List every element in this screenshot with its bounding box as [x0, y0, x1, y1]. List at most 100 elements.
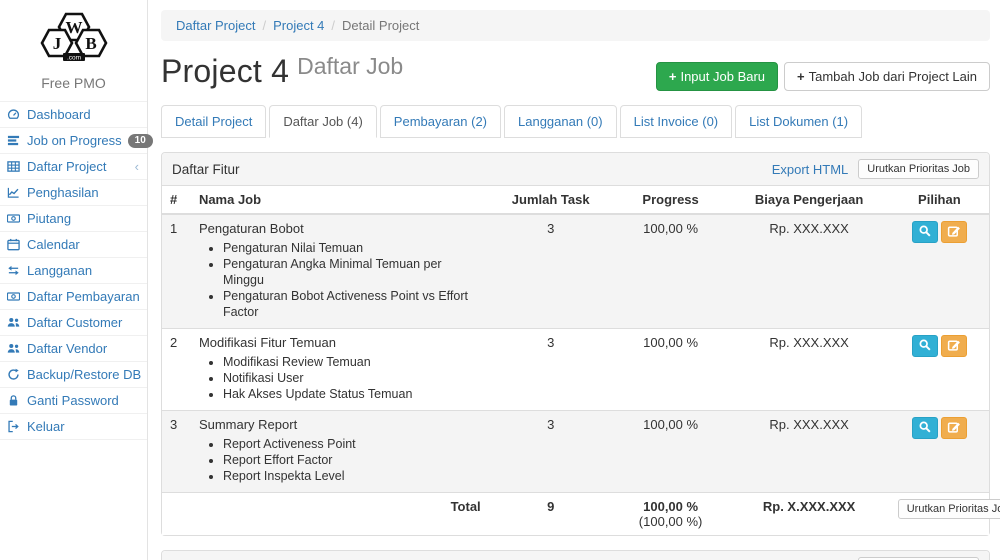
table-row: 1Pengaturan BobotPengaturan Nilai Temuan…: [162, 214, 989, 329]
main-content: Daftar Project/Project 4/Detail Project …: [148, 0, 1000, 560]
biaya-value: Rp. XXX.XXX: [728, 329, 889, 411]
total-row: Total9100,00 % (100,00 %)Rp. X.XXX.XXXUr…: [162, 493, 989, 536]
view-job-button[interactable]: [912, 335, 938, 357]
edit-job-button[interactable]: [941, 335, 967, 357]
sidebar-item-label: Daftar Vendor: [27, 341, 141, 356]
edit-icon: [947, 224, 961, 241]
breadcrumb-item: Detail Project: [342, 18, 419, 33]
total-biaya: Rp. X.XXX.XXX: [728, 493, 889, 536]
sidebar-item-langganan[interactable]: Langganan: [0, 258, 147, 284]
sidebar-item-label: Daftar Pembayaran: [27, 289, 141, 304]
sidebar-item-daftar-project[interactable]: Daftar Project ‹: [0, 154, 147, 180]
search-icon: [918, 338, 932, 355]
breadcrumb-item[interactable]: Project 4: [273, 18, 324, 33]
subtask-item: Report Effort Factor: [223, 452, 481, 468]
edit-icon: [947, 420, 961, 437]
tasks-icon: [7, 134, 21, 147]
sidebar-item-label: Langganan: [27, 263, 141, 278]
total-progress: 100,00 % (100,00 %): [613, 493, 729, 536]
plus-icon: +: [797, 69, 805, 84]
sidebar-item-label: Backup/Restore DB: [27, 367, 141, 382]
sidebar-item-ganti-password[interactable]: Ganti Password: [0, 388, 147, 414]
job-name: Summary Report: [199, 417, 297, 432]
jwb-logo: W J B .com: [0, 0, 147, 73]
subtask-item: Notifikasi User: [223, 370, 481, 386]
urutkan-prioritas-job-button[interactable]: Urutkan Prioritas Job: [898, 499, 1000, 519]
breadcrumb-separator: /: [324, 18, 342, 33]
money-icon: [7, 212, 21, 225]
breadcrumb-separator: /: [255, 18, 273, 33]
progress-value: 100,00 %: [613, 329, 729, 411]
subtask-item: Modifikasi Review Temuan: [223, 354, 481, 370]
refresh-icon: [7, 368, 21, 381]
brand-name: Free PMO: [0, 73, 147, 101]
table-icon: [7, 160, 21, 173]
sidebar-item-daftar-vendor[interactable]: Daftar Vendor: [0, 336, 147, 362]
count-badge: 10: [128, 134, 153, 148]
sidebar-item-penghasilan[interactable]: Penghasilan: [0, 180, 147, 206]
sidebar-item-label: Calendar: [27, 237, 141, 252]
panel-daftar-fitur: Daftar Fitur Export HTML Urutkan Priorit…: [161, 152, 990, 536]
jumlah-task-value: 3: [489, 329, 613, 411]
sidebar-item-dashboard[interactable]: Dashboard: [0, 102, 147, 128]
sidebar-item-job-on-progress[interactable]: Job on Progress10: [0, 128, 147, 154]
sidebar-item-label: Penghasilan: [27, 185, 141, 200]
biaya-value: Rp. XXX.XXX: [728, 411, 889, 493]
lock-icon: [7, 394, 21, 407]
users-icon: [7, 342, 21, 355]
table-row: 3 Summary Report Report Activeness PointRe…: [162, 411, 989, 493]
row-number: 1: [162, 214, 191, 329]
subtask-item: Pengaturan Angka Minimal Temuan per Ming…: [223, 256, 481, 288]
tab-langganan-0[interactable]: Langganan (0): [504, 105, 617, 138]
edit-job-button[interactable]: [941, 221, 967, 243]
subtask-list: Modifikasi Review TemuanNotifikasi UserH…: [223, 354, 481, 402]
subtask-item: Pengaturan Nilai Temuan: [223, 240, 481, 256]
page-subtitle: Daftar Job: [289, 53, 403, 80]
subtask-list: Pengaturan Nilai TemuanPengaturan Angka …: [223, 240, 481, 320]
total-actions-cell: Urutkan Prioritas Job: [890, 493, 989, 536]
input-job-baru-button[interactable]: +Input Job Baru: [656, 62, 778, 91]
col-nama-job: Nama Job: [191, 186, 489, 214]
plus-icon: +: [669, 69, 677, 84]
subtask-item: Hak Akses Update Status Temuan: [223, 386, 481, 402]
sidebar-item-label: Daftar Project: [27, 159, 129, 174]
jumlah-task-value: 3: [489, 411, 613, 493]
table-header-row: # Nama Job Jumlah Task Progress Biaya Pe…: [162, 186, 989, 214]
sidebar-item-keluar[interactable]: Keluar: [0, 414, 147, 440]
tab-list-invoice-0[interactable]: List Invoice (0): [620, 105, 733, 138]
col-pilihan: Pilihan: [890, 186, 989, 214]
sidebar-item-calendar[interactable]: Calendar: [0, 232, 147, 258]
tambah-job-dari-project-lain-button[interactable]: +Tambah Job dari Project Lain: [784, 62, 990, 91]
urutkan-prioritas-job-button[interactable]: Urutkan Prioritas Job: [858, 159, 979, 179]
tab-pembayaran-2[interactable]: Pembayaran (2): [380, 105, 501, 138]
sidebar-menu: DashboardJob on Progress10Daftar Project…: [0, 101, 147, 440]
view-job-button[interactable]: [912, 221, 938, 243]
tab-bar: Detail ProjectDaftar Job (4)Pembayaran (…: [161, 105, 990, 138]
tab-daftar-job-4[interactable]: Daftar Job (4): [269, 105, 376, 138]
page-header: Project 4 Daftar Job +Input Job Baru +Ta…: [161, 53, 990, 91]
daftar-fitur-table: # Nama Job Jumlah Task Progress Biaya Pe…: [162, 186, 989, 535]
panel-title: Daftar Fitur: [172, 162, 762, 177]
chevron-left-icon: ‹: [135, 159, 141, 174]
tab-detail-project[interactable]: Detail Project: [161, 105, 266, 138]
export-html-link[interactable]: Export HTML: [772, 162, 849, 177]
sidebar-item-daftar-customer[interactable]: Daftar Customer: [0, 310, 147, 336]
jumlah-task-value: 3: [489, 214, 613, 329]
tab-list-dokumen-1[interactable]: List Dokumen (1): [735, 105, 862, 138]
sidebar-item-piutang[interactable]: Piutang: [0, 206, 147, 232]
table-row: 2Modifikasi Fitur TemuanModifikasi Revie…: [162, 329, 989, 411]
col-number: #: [162, 186, 191, 214]
edit-icon: [947, 338, 961, 355]
subtask-item: Report Activeness Point: [223, 436, 481, 452]
users-icon: [7, 316, 21, 329]
sidebar-item-backup-restore-db[interactable]: Backup/Restore DB: [0, 362, 147, 388]
money-icon: [7, 290, 21, 303]
view-job-button[interactable]: [912, 417, 938, 439]
jwb-logo-icon: W J B .com: [28, 6, 120, 66]
sidebar: W J B .com Free PMO DashboardJob on Prog…: [0, 0, 148, 560]
breadcrumb-item[interactable]: Daftar Project: [176, 18, 255, 33]
sidebar-item-daftar-pembayaran[interactable]: Daftar Pembayaran: [0, 284, 147, 310]
search-icon: [918, 420, 932, 437]
job-name-cell: Modifikasi Fitur TemuanModifikasi Review…: [191, 329, 489, 411]
edit-job-button[interactable]: [941, 417, 967, 439]
